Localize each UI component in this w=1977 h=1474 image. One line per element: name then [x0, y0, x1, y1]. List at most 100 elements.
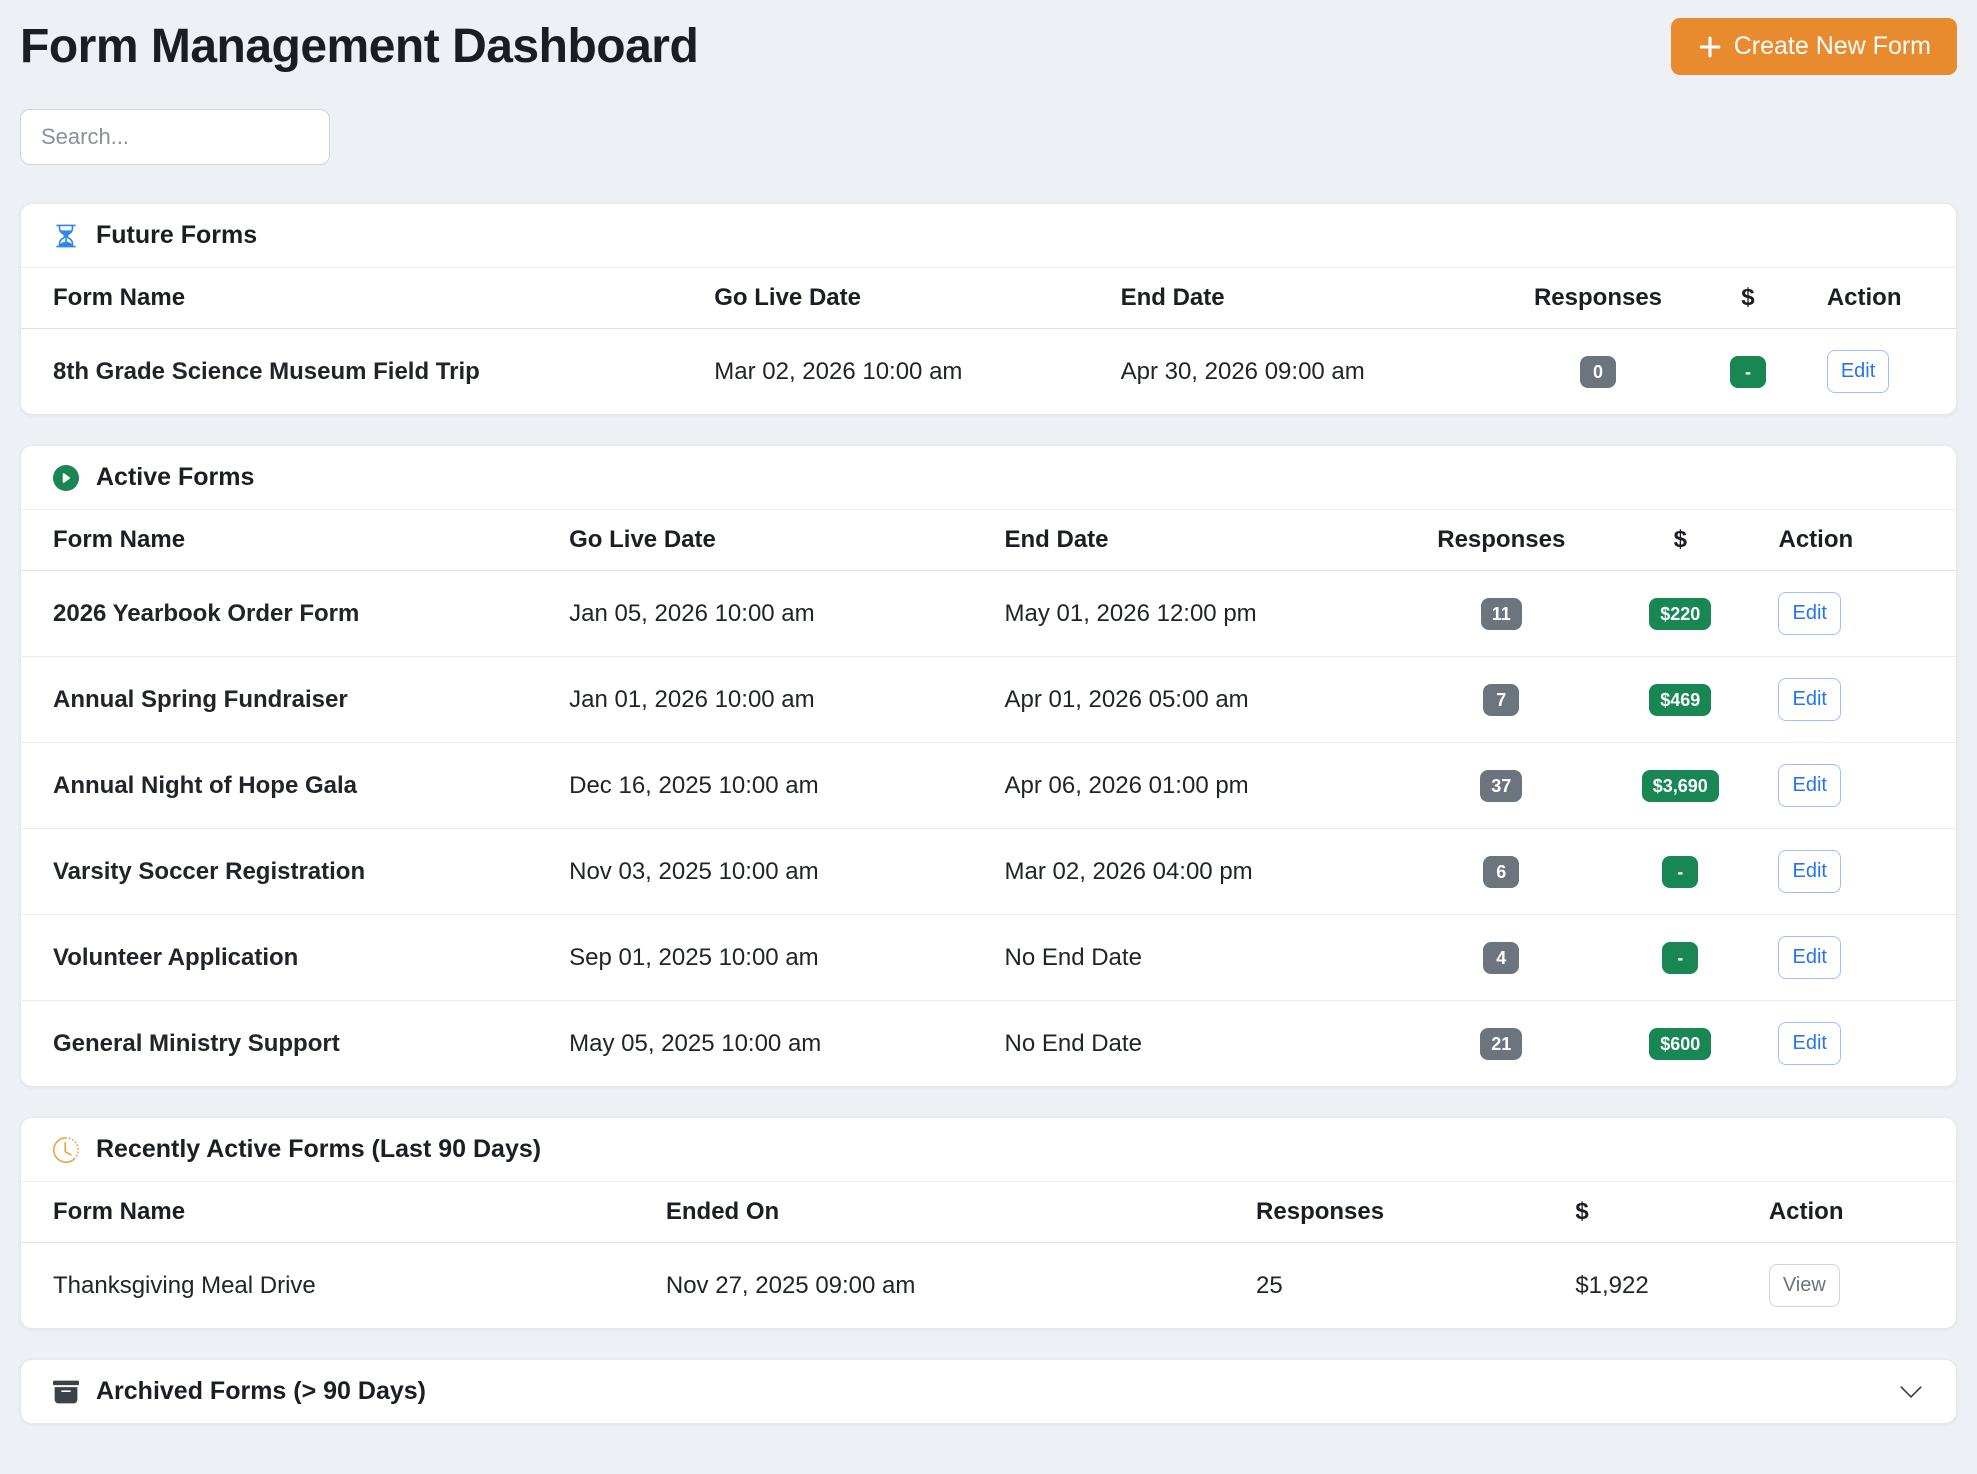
clock-history-icon	[53, 1137, 79, 1163]
column-header-go-live-date: Go Live Date	[553, 510, 988, 571]
form-name-cell: 8th Grade Science Museum Field Trip	[21, 329, 698, 415]
form-name-cell: Annual Spring Fundraiser	[21, 657, 553, 743]
active-forms-header: Active Forms	[21, 446, 1956, 510]
edit-button[interactable]: Edit	[1778, 678, 1840, 721]
table-header-row: Form Name Go Live Date End Date Response…	[21, 510, 1956, 571]
form-name-cell: Thanksgiving Meal Drive	[21, 1243, 650, 1329]
form-name-cell: 2026 Yearbook Order Form	[21, 571, 553, 657]
archived-forms-card: Archived Forms (> 90 Days)	[20, 1359, 1957, 1424]
active-forms-card: Active Forms Form Name Go Live Date End …	[20, 445, 1957, 1087]
form-name-cell: Annual Night of Hope Gala	[21, 743, 553, 829]
table-row: Thanksgiving Meal Drive Nov 27, 2025 09:…	[21, 1243, 1956, 1329]
recently-active-forms-card: Recently Active Forms (Last 90 Days) For…	[20, 1117, 1957, 1329]
column-header-form-name: Form Name	[21, 268, 698, 329]
table-row: Volunteer Application Sep 01, 2025 10:00…	[21, 915, 1956, 1001]
form-name-cell: Varsity Soccer Registration	[21, 829, 553, 915]
search-input[interactable]	[20, 109, 330, 165]
section-title: Archived Forms (> 90 Days)	[96, 1377, 426, 1406]
amount-badge: $3,690	[1642, 770, 1719, 802]
end-date-cell: No End Date	[989, 1001, 1405, 1087]
column-header-end-date: End Date	[989, 510, 1405, 571]
amount-cell: $1,922	[1559, 1243, 1753, 1329]
column-header-form-name: Form Name	[21, 1182, 650, 1243]
create-new-form-button[interactable]: Create New Form	[1671, 18, 1957, 75]
responses-cell: 25	[1240, 1243, 1559, 1329]
section-title: Future Forms	[96, 221, 257, 250]
page: Form Management Dashboard Create New For…	[20, 18, 1957, 1424]
view-button[interactable]: View	[1769, 1264, 1840, 1307]
hourglass-icon	[53, 223, 79, 249]
column-header-go-live-date: Go Live Date	[698, 268, 1104, 329]
ended-on-cell: Nov 27, 2025 09:00 am	[650, 1243, 1240, 1329]
responses-badge: 21	[1480, 1028, 1522, 1060]
play-circle-icon	[53, 465, 79, 491]
responses-badge: 4	[1483, 942, 1519, 974]
page-title: Form Management Dashboard	[20, 19, 698, 74]
end-date-cell: Mar 02, 2026 04:00 pm	[989, 829, 1405, 915]
active-forms-table: Form Name Go Live Date End Date Response…	[21, 510, 1956, 1086]
column-header-responses: Responses	[1511, 268, 1685, 329]
future-forms-header: Future Forms	[21, 204, 1956, 268]
table-row: Annual Spring Fundraiser Jan 01, 2026 10…	[21, 657, 1956, 743]
edit-button[interactable]: Edit	[1778, 850, 1840, 893]
plus-icon	[1697, 34, 1723, 60]
archive-icon	[53, 1379, 79, 1405]
edit-button[interactable]: Edit	[1827, 350, 1889, 393]
go-live-date-cell: Mar 02, 2026 10:00 am	[698, 329, 1104, 415]
end-date-cell: No End Date	[989, 915, 1405, 1001]
edit-button[interactable]: Edit	[1778, 936, 1840, 979]
go-live-date-cell: Jan 01, 2026 10:00 am	[553, 657, 988, 743]
table-row: Annual Night of Hope Gala Dec 16, 2025 1…	[21, 743, 1956, 829]
header: Form Management Dashboard Create New For…	[20, 18, 1957, 75]
archived-forms-header[interactable]: Archived Forms (> 90 Days)	[21, 1360, 1956, 1423]
end-date-cell: Apr 30, 2026 09:00 am	[1105, 329, 1511, 415]
column-header-responses: Responses	[1405, 510, 1599, 571]
section-title: Recently Active Forms (Last 90 Days)	[96, 1135, 541, 1164]
column-header-ended-on: Ended On	[650, 1182, 1240, 1243]
go-live-date-cell: Nov 03, 2025 10:00 am	[553, 829, 988, 915]
end-date-cell: Apr 06, 2026 01:00 pm	[989, 743, 1405, 829]
edit-button[interactable]: Edit	[1778, 592, 1840, 635]
amount-badge: -	[1730, 356, 1766, 388]
column-header-amount: $	[1685, 268, 1811, 329]
edit-button[interactable]: Edit	[1778, 1022, 1840, 1065]
column-header-action: Action	[1811, 268, 1956, 329]
responses-badge: 6	[1483, 856, 1519, 888]
go-live-date-cell: Dec 16, 2025 10:00 am	[553, 743, 988, 829]
column-header-end-date: End Date	[1105, 268, 1511, 329]
go-live-date-cell: May 05, 2025 10:00 am	[553, 1001, 988, 1087]
form-name-cell: General Ministry Support	[21, 1001, 553, 1087]
create-new-form-label: Create New Form	[1734, 32, 1931, 61]
table-header-row: Form Name Go Live Date End Date Response…	[21, 268, 1956, 329]
table-row: Varsity Soccer Registration Nov 03, 2025…	[21, 829, 1956, 915]
amount-badge: -	[1662, 942, 1698, 974]
column-header-action: Action	[1753, 1182, 1956, 1243]
chevron-down-icon[interactable]	[1898, 1379, 1924, 1405]
column-header-action: Action	[1762, 510, 1956, 571]
column-header-amount: $	[1559, 1182, 1753, 1243]
go-live-date-cell: Sep 01, 2025 10:00 am	[553, 915, 988, 1001]
table-row: 2026 Yearbook Order Form Jan 05, 2026 10…	[21, 571, 1956, 657]
table-row: 8th Grade Science Museum Field Trip Mar …	[21, 329, 1956, 415]
amount-badge: $600	[1649, 1028, 1711, 1060]
responses-badge: 0	[1580, 356, 1616, 388]
amount-badge: $220	[1649, 598, 1711, 630]
amount-badge: -	[1662, 856, 1698, 888]
column-header-form-name: Form Name	[21, 510, 553, 571]
responses-badge: 11	[1481, 598, 1522, 630]
edit-button[interactable]: Edit	[1778, 764, 1840, 807]
recently-active-forms-header: Recently Active Forms (Last 90 Days)	[21, 1118, 1956, 1182]
responses-badge: 37	[1480, 770, 1522, 802]
amount-badge: $469	[1649, 684, 1711, 716]
table-header-row: Form Name Ended On Responses $ Action	[21, 1182, 1956, 1243]
column-header-amount: $	[1598, 510, 1762, 571]
future-forms-card: Future Forms Form Name Go Live Date End …	[20, 203, 1957, 415]
form-name-cell: Volunteer Application	[21, 915, 553, 1001]
end-date-cell: Apr 01, 2026 05:00 am	[989, 657, 1405, 743]
responses-badge: 7	[1483, 684, 1519, 716]
column-header-responses: Responses	[1240, 1182, 1559, 1243]
recently-active-forms-table: Form Name Ended On Responses $ Action Th…	[21, 1182, 1956, 1328]
go-live-date-cell: Jan 05, 2026 10:00 am	[553, 571, 988, 657]
table-row: General Ministry Support May 05, 2025 10…	[21, 1001, 1956, 1087]
future-forms-table: Form Name Go Live Date End Date Response…	[21, 268, 1956, 414]
